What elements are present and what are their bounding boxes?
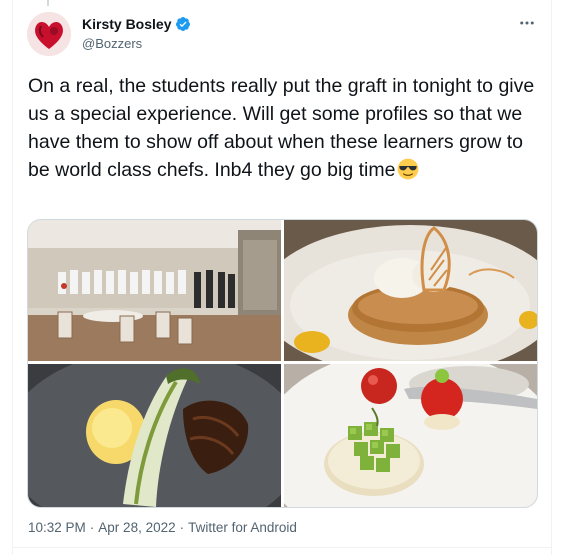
tweet-page: Kirsty Bosley @Bozzers On a real, the st… [0,0,561,555]
dessert-tart-photo[interactable] [284,220,537,361]
tweet-body: On a real, the students really put the g… [28,75,535,181]
main-course-photo[interactable] [28,364,281,507]
author-name-row: Kirsty Bosley [82,14,191,34]
avatar[interactable] [27,12,71,56]
tweet-date[interactable]: Apr 28, 2022 [98,520,175,535]
avatar-image [27,12,71,56]
tweet-meta: 10:32 PM · Apr 28, 2022 · Twitter for An… [28,520,297,535]
frame-border-right [551,0,552,555]
author-display-name[interactable]: Kirsty Bosley [82,16,171,32]
frame-border-left [12,0,13,555]
author-info: Kirsty Bosley @Bozzers [82,14,191,51]
thread-connector-line [47,0,49,6]
author-handle[interactable]: @Bozzers [82,36,191,51]
meta-separator: · [179,520,185,535]
tweet-source[interactable]: Twitter for Android [188,520,297,535]
more-horizontal-icon[interactable] [516,12,538,34]
tweet-time[interactable]: 10:32 PM [28,520,86,535]
verified-badge-icon [175,16,191,32]
group-photo[interactable] [28,220,281,361]
media-grid [27,219,538,508]
sunglasses-emoji-icon [397,158,419,180]
frame-border-bottom [12,547,552,548]
tweet-text: On a real, the students really put the g… [28,72,538,184]
appetizer-photo[interactable] [284,364,537,507]
meta-separator: · [89,520,95,535]
